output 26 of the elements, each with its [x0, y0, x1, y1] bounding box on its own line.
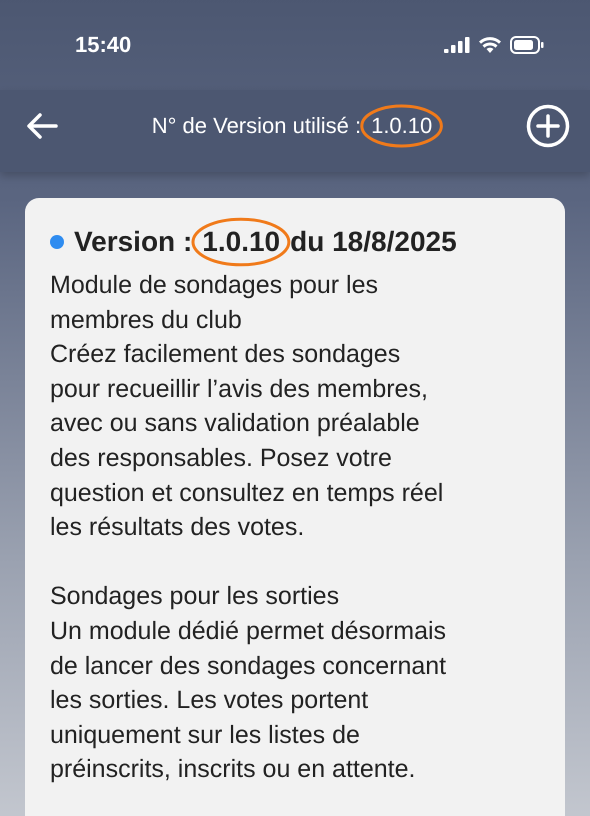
description-line: uniquement sur les listes de — [50, 720, 361, 751]
header-version: 1.0.10 — [371, 113, 432, 138]
status-time: 15:40 — [75, 32, 132, 58]
description-line: Créez facilement des sondages — [50, 339, 402, 370]
description-line: question et consultez en temps réel — [50, 478, 444, 509]
description-line: Un module dédié permet désormais — [50, 616, 448, 647]
description-line: Sondages pour les sorties — [50, 581, 340, 612]
description-line: des responsables. Posez votre — [50, 442, 393, 474]
version-number: 1.0.10 — [202, 226, 280, 257]
back-button[interactable] — [26, 112, 58, 140]
description-line: avec ou sans validation préalable — [50, 408, 421, 440]
wifi-icon — [478, 36, 502, 54]
status-dot — [50, 235, 64, 249]
battery-icon — [510, 36, 544, 54]
description-line: pour recueillir l’avis des membres, — [50, 374, 429, 405]
header-title: N° de Version utilisé : — [152, 113, 362, 139]
description-line: Module de sondages pour les — [50, 270, 380, 301]
version-date: du 18/8/2025 — [290, 226, 457, 258]
description-line: préinscrits, inscrits ou en attente. — [50, 754, 416, 786]
version-label: Version : — [74, 226, 192, 258]
description-line: les résultats des votes. — [50, 512, 306, 544]
description-line: les sorties. Les votes portent — [50, 685, 370, 716]
add-button[interactable] — [526, 104, 570, 148]
description-line: membres du club — [50, 304, 243, 336]
signal-icon — [444, 37, 470, 53]
description-line: de lancer des sondages concernant — [50, 650, 448, 682]
